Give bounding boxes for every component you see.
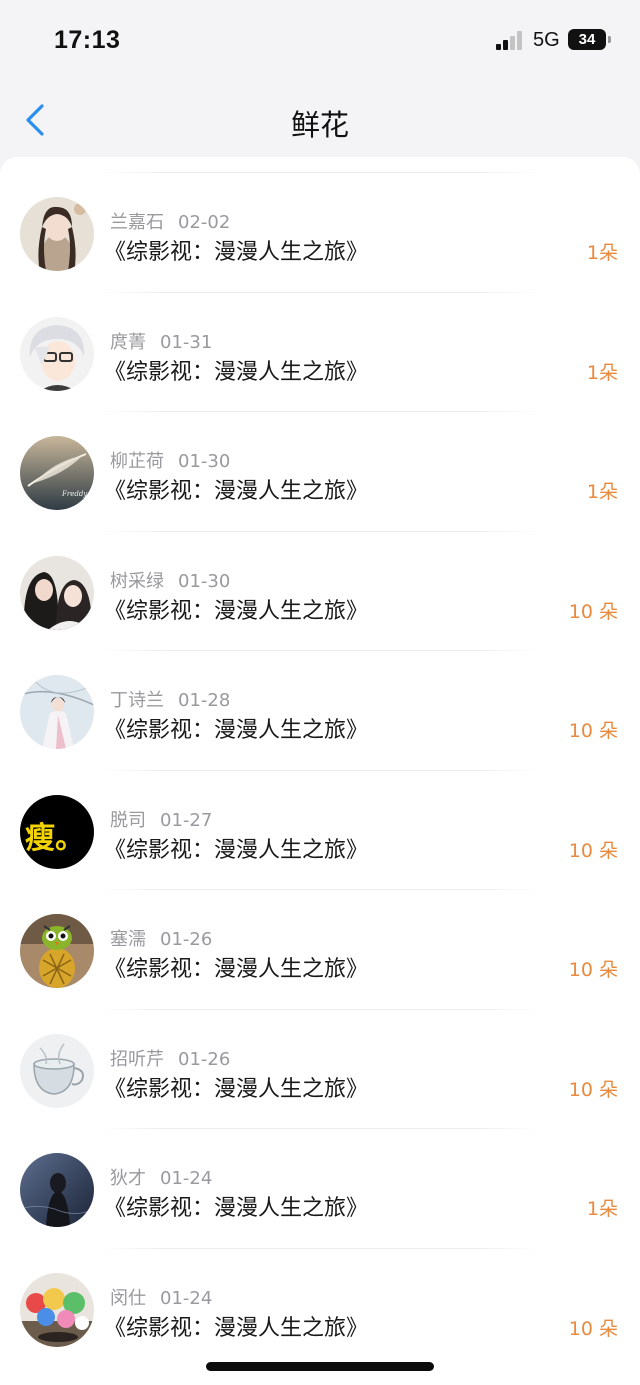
flower-list: 兰嘉石 02-02 《综影视：漫漫人生之旅》 1朵 庹菁 01-31 《综影视：漫漫… (0, 172, 640, 1367)
list-item[interactable]: 招听芹 01-26 《综影视：漫漫人生之旅》 10 朵 (0, 1008, 640, 1129)
item-meta: 树采绿 01-30 (110, 567, 230, 593)
flower-count: 10 朵 (568, 839, 618, 862)
list-item[interactable]: 塞濡 01-26 《综影视：漫漫人生之旅》 10 朵 (0, 889, 640, 1009)
user-name[interactable]: 脱司 (110, 810, 146, 831)
user-name[interactable]: 丁诗兰 (110, 690, 164, 711)
signal-icon (496, 31, 524, 50)
user-name[interactable]: 闵仕 (110, 1288, 146, 1309)
avatar[interactable] (20, 1153, 94, 1227)
avatar[interactable] (20, 1272, 94, 1347)
avatar[interactable] (20, 675, 94, 749)
flower-count: 10 朵 (568, 959, 618, 981)
user-name[interactable]: 树采绿 (110, 571, 164, 592)
avatar[interactable] (20, 1033, 94, 1108)
avatar[interactable]: Freddy (20, 436, 94, 510)
flower-count: 1朵 (586, 1198, 618, 1220)
battery-icon: 34 (568, 29, 611, 50)
user-name[interactable]: 庹菁 (110, 332, 146, 353)
item-meta: 塞濡 01-26 (110, 925, 212, 951)
book-title[interactable]: 《综影视：漫漫人生之旅》 (104, 234, 368, 266)
list-item[interactable]: 庹菁 01-31 《综影视：漫漫人生之旅》 1朵 (0, 291, 640, 412)
book-title[interactable]: 《综影视：漫漫人生之旅》 (104, 832, 368, 864)
book-title[interactable]: 《综影视：漫漫人生之旅》 (104, 1310, 368, 1342)
list-item[interactable]: Freddy 柳芷荷 01-30 《综影视：漫漫人生之旅》 1朵 (0, 411, 640, 531)
list-item[interactable]: 瘦。 脱司 01-27 《综影视：漫漫人生之旅》 10 朵 (0, 769, 640, 890)
item-meta: 脱司 01-27 (110, 806, 212, 832)
nav-bar: 鲜花 (0, 80, 640, 160)
item-meta: 招听芹 01-26 (110, 1045, 230, 1071)
status-time: 17:13 (54, 26, 121, 54)
item-date: 01-28 (178, 690, 231, 711)
avatar[interactable] (20, 555, 94, 630)
svg-text:Freddy: Freddy (61, 490, 88, 498)
avatar[interactable] (20, 316, 94, 391)
book-title[interactable]: 《综影视：漫漫人生之旅》 (104, 712, 368, 744)
item-date: 01-30 (178, 451, 231, 472)
avatar-text: 瘦。 (25, 820, 85, 856)
flower-count: 1朵 (586, 242, 618, 264)
network-type: 5G (533, 29, 560, 51)
item-date: 01-27 (160, 809, 213, 831)
list-item[interactable]: 丁诗兰 01-28 《综影视：漫漫人生之旅》 10 朵 (0, 650, 640, 770)
flower-list-panel: 兰嘉石 02-02 《综影视：漫漫人生之旅》 1朵 庹菁 01-31 《综影视：漫漫… (0, 157, 640, 1385)
item-meta: 柳芷荷 01-30 (110, 447, 230, 473)
battery-level: 34 (578, 31, 596, 48)
flower-count: 1朵 (586, 361, 618, 384)
item-meta: 庹菁 01-31 (110, 328, 212, 354)
item-date: 01-26 (160, 929, 213, 950)
book-title[interactable]: 《综影视：漫漫人生之旅》 (104, 473, 368, 505)
item-meta: 丁诗兰 01-28 (110, 686, 230, 712)
user-name[interactable]: 柳芷荷 (110, 451, 164, 472)
item-meta: 闵仕 01-24 (110, 1284, 212, 1310)
user-name[interactable]: 招听芹 (110, 1049, 164, 1070)
item-date: 01-24 (160, 1168, 213, 1189)
book-title[interactable]: 《综影视：漫漫人生之旅》 (104, 1071, 368, 1103)
item-date: 01-24 (160, 1287, 213, 1309)
status-bar: 17:13 5G 34 (0, 0, 640, 80)
item-date: 02-02 (178, 212, 231, 233)
flower-count: 10 朵 (568, 1317, 618, 1340)
avatar[interactable]: 瘦。 (20, 794, 94, 869)
item-meta: 狄才 01-24 (110, 1164, 212, 1190)
list-item[interactable]: 兰嘉石 02-02 《综影视：漫漫人生之旅》 1朵 (0, 172, 640, 292)
avatar[interactable] (20, 914, 94, 988)
item-date: 01-30 (178, 570, 231, 592)
page-title: 鲜花 (290, 108, 349, 142)
user-name[interactable]: 兰嘉石 (110, 212, 164, 233)
list-item[interactable]: 闵仕 01-24 《综影视：漫漫人生之旅》 10 朵 (0, 1247, 640, 1368)
flower-count: 10 朵 (568, 1078, 618, 1101)
book-title[interactable]: 《综影视：漫漫人生之旅》 (104, 951, 368, 983)
flower-count: 1朵 (586, 481, 618, 503)
book-title[interactable]: 《综影视：漫漫人生之旅》 (104, 354, 368, 386)
item-meta: 兰嘉石 02-02 (110, 208, 230, 234)
book-title[interactable]: 《综影视：漫漫人生之旅》 (104, 593, 368, 625)
flower-count: 10 朵 (568, 720, 618, 742)
list-item[interactable]: 狄才 01-24 《综影视：漫漫人生之旅》 1朵 (0, 1128, 640, 1248)
item-date: 01-26 (178, 1048, 231, 1070)
home-indicator[interactable] (206, 1362, 434, 1371)
user-name[interactable]: 塞濡 (110, 929, 146, 950)
flower-count: 10 朵 (568, 600, 618, 623)
avatar[interactable] (20, 197, 94, 271)
list-item[interactable]: 树采绿 01-30 《综影视：漫漫人生之旅》 10 朵 (0, 530, 640, 651)
book-title[interactable]: 《综影视：漫漫人生之旅》 (104, 1190, 368, 1222)
user-name[interactable]: 狄才 (110, 1168, 146, 1189)
item-date: 01-31 (160, 331, 213, 353)
